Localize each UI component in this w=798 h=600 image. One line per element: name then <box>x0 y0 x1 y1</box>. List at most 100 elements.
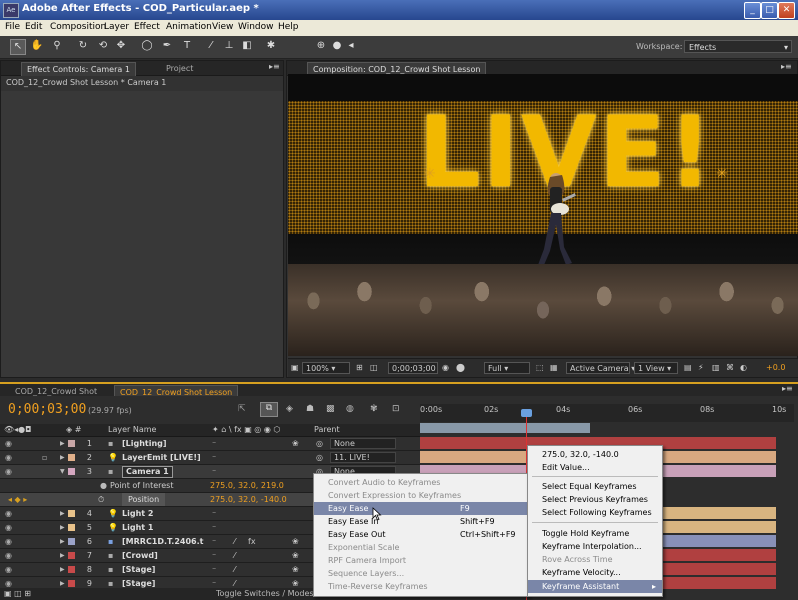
layer-name[interactable]: [Crowd] <box>122 549 158 562</box>
selection-tool-icon[interactable]: ↖ <box>10 39 26 55</box>
menu-item-select-following[interactable]: Select Following Keyframes <box>528 506 662 519</box>
tab-effect-controls[interactable]: Effect Controls: Camera 1 <box>21 62 136 76</box>
exposure-value[interactable]: +0.0 <box>766 362 785 374</box>
work-area-bar[interactable] <box>420 423 590 433</box>
toggle-pixel-aspect-icon[interactable]: ▤ <box>684 362 692 374</box>
workspace-dropdown[interactable]: Effects ▾ <box>684 40 792 53</box>
flowchart-icon[interactable]: ⌘ <box>726 362 734 374</box>
layer-name[interactable]: [Lighting] <box>122 437 167 450</box>
layer-name-edit[interactable]: Camera 1 <box>122 466 173 478</box>
composition-viewer[interactable]: LIVE! ✳ ✳ <box>288 74 798 356</box>
menu-item-toggle-hold[interactable]: Toggle Hold Keyframe <box>528 527 662 540</box>
eye-icon[interactable]: ◉ <box>5 549 12 562</box>
menu-item-keyframe-velocity[interactable]: Keyframe Velocity... <box>528 566 662 579</box>
layer-name[interactable]: [Stage] <box>122 563 155 576</box>
fast-previews-icon[interactable]: ⚡ <box>698 362 704 374</box>
camera-view-dropdown[interactable]: Active Camera ▾ <box>566 362 635 374</box>
rotate-tool-icon[interactable]: ↻ <box>76 39 90 53</box>
3d-layer-icon[interactable]: ❀ <box>292 563 299 576</box>
quality-icon[interactable]: ⁄ <box>234 563 235 576</box>
toggle-switches-modes[interactable]: Toggle Switches / Modes <box>216 589 314 598</box>
switch-icon[interactable]: ⁻ <box>212 507 216 520</box>
expand-triangle-icon[interactable]: ▶ <box>60 451 65 464</box>
stopwatch-icon[interactable]: ⏱ <box>98 493 104 506</box>
show-channel-icon[interactable]: ⬤ <box>456 362 465 374</box>
switch-icon[interactable]: ⁻ <box>212 535 216 548</box>
expand-triangle-icon[interactable]: ▶ <box>60 437 65 450</box>
menu-item-rpf-camera-import[interactable]: RPF Camera Import <box>314 554 528 567</box>
local-axis-icon[interactable]: ⊕ <box>314 39 328 53</box>
property-value[interactable]: 275.0, 32.0, -140.0 <box>210 493 287 506</box>
eye-icon[interactable]: ◉ <box>5 465 12 478</box>
label-color-swatch[interactable] <box>68 552 75 559</box>
menu-item-keyframe-value[interactable]: 275.0, 32.0, -140.0 <box>528 448 662 461</box>
view-axis-icon[interactable]: ◂ <box>344 39 358 53</box>
eye-icon[interactable]: ◉ <box>5 437 12 450</box>
label-color-swatch[interactable] <box>68 524 75 531</box>
menu-edit[interactable]: Edit <box>25 22 42 32</box>
property-value[interactable]: 275.0, 32.0, 219.0 <box>210 479 284 492</box>
pan-behind-icon[interactable]: ✥ <box>114 39 128 53</box>
reset-exposure-icon[interactable]: ◐ <box>740 362 747 374</box>
maximize-button[interactable]: □ <box>761 2 778 19</box>
menu-item-easy-ease-in[interactable]: Easy Ease In Shift+F9 <box>314 515 528 528</box>
keyframe-nav-icon[interactable]: ◂ ◆ ▸ <box>8 493 27 506</box>
parent-dropdown[interactable]: 11. LIVE! <box>330 452 396 463</box>
layer-row[interactable]: ◉ ▫ ▶ 2 💡 LayerEmit [LIVE!] ⁻ ◎ 11. LIVE… <box>0 451 420 465</box>
world-axis-icon[interactable]: ● <box>330 39 344 53</box>
view-layout-dropdown[interactable]: 1 View ▾ <box>634 362 678 374</box>
layer-name[interactable]: [MRRC1D.T.2406.t <box>122 535 203 548</box>
pen-tool-icon[interactable]: ✒ <box>160 39 174 53</box>
zoom-tool-icon[interactable]: ⚲ <box>50 39 64 53</box>
menu-item-keyframe-interpolation[interactable]: Keyframe Interpolation... <box>528 540 662 553</box>
expand-triangle-icon[interactable]: ▶ <box>60 521 65 534</box>
switch-icon[interactable]: ⁻ <box>212 465 216 478</box>
label-color-swatch[interactable] <box>68 580 75 587</box>
brush-tool-icon[interactable]: ⁄ <box>204 39 218 53</box>
3d-layer-icon[interactable]: ❀ <box>292 535 299 548</box>
switch-icon[interactable]: ⁻ <box>212 549 216 562</box>
grid-icon[interactable]: ⊞ <box>356 362 363 374</box>
pickwhip-icon[interactable]: ◎ <box>316 437 323 450</box>
expand-triangle-icon[interactable]: ▶ <box>60 507 65 520</box>
menu-item-exponential-scale[interactable]: Exponential Scale <box>314 541 528 554</box>
resolution-dropdown[interactable]: Full ▾ <box>484 362 530 374</box>
label-color-swatch[interactable] <box>68 510 75 517</box>
layer-row[interactable]: ◉ ▶ 1 ▪ [Lighting] ⁻ ❀ ◎ None <box>0 437 420 451</box>
expand-pane-icon[interactable]: ▣ ◫ ⊞ <box>4 589 31 598</box>
draft-3d-icon[interactable]: ◈ <box>286 404 293 414</box>
label-color-swatch[interactable] <box>68 468 75 475</box>
always-preview-icon[interactable]: ▣ <box>291 362 299 374</box>
expand-triangle-icon[interactable]: ▶ <box>60 549 65 562</box>
parent-dropdown[interactable]: None <box>330 438 396 449</box>
search-icon[interactable]: ⇱ <box>238 404 246 414</box>
switch-icon[interactable]: ⁻ <box>212 437 216 450</box>
zoom-dropdown[interactable]: 100% ▾ <box>302 362 350 374</box>
time-ruler[interactable]: 0:00s 02s 04s 06s 08s 10s <box>420 404 794 422</box>
eraser-tool-icon[interactable]: ◧ <box>240 39 254 53</box>
switch-icon[interactable]: ⁻ <box>212 451 216 464</box>
switch-icon[interactable]: ⁻ <box>212 521 216 534</box>
hand-tool-icon[interactable]: ✋ <box>30 39 44 53</box>
mask-visibility-icon[interactable]: ◫ <box>370 362 378 374</box>
menu-item-convert-expression[interactable]: Convert Expression to Keyframes <box>314 489 528 502</box>
menu-item-easy-ease[interactable]: Easy Ease F9 <box>314 502 528 515</box>
menu-item-select-previous[interactable]: Select Previous Keyframes <box>528 493 662 506</box>
label-color-swatch[interactable] <box>68 566 75 573</box>
quality-icon[interactable]: ⁄ <box>234 535 235 548</box>
current-time-field[interactable]: 0;00;03;00 <box>388 362 438 374</box>
layer-name[interactable]: Light 1 <box>122 521 153 534</box>
comp-mini-flowchart-icon[interactable]: ⧉ <box>260 402 278 417</box>
menu-window[interactable]: Window <box>238 22 274 32</box>
label-color-swatch[interactable] <box>68 440 75 447</box>
mask-tool-icon[interactable]: ◯ <box>140 39 154 53</box>
panel-menu-icon[interactable]: ▸≡ <box>269 62 280 71</box>
fx-icon[interactable]: fx <box>248 535 256 548</box>
menu-animation[interactable]: Animation <box>166 22 212 32</box>
menu-help[interactable]: Help <box>278 22 299 32</box>
playhead-handle[interactable] <box>521 409 532 417</box>
minimize-button[interactable]: _ <box>744 2 761 19</box>
frame-blending-icon[interactable]: ▩ <box>326 404 335 414</box>
panel-menu-icon[interactable]: ▸≡ <box>782 384 793 393</box>
eye-icon[interactable]: ◉ <box>5 451 12 464</box>
